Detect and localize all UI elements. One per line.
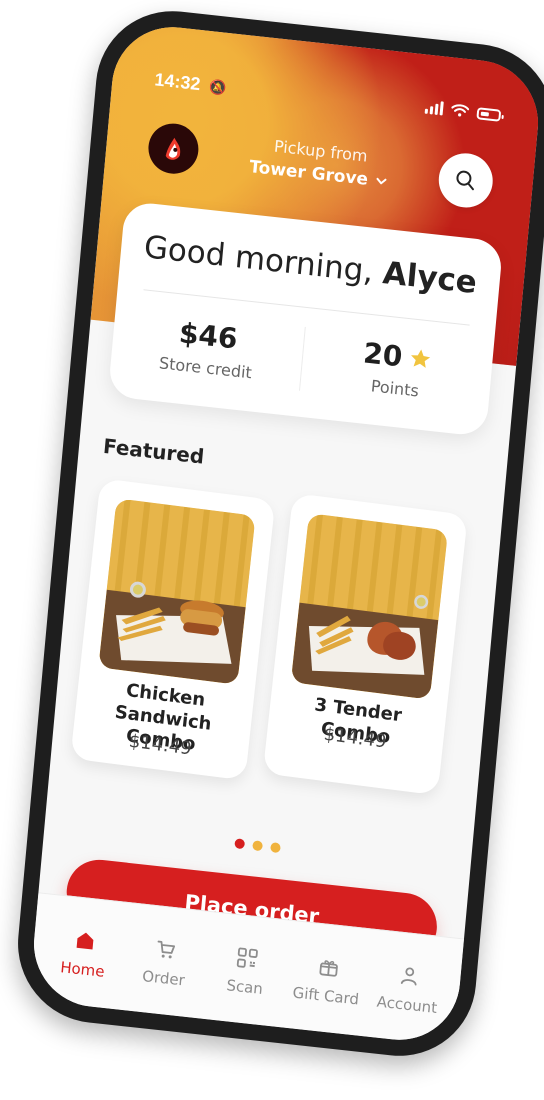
points-value: 20 xyxy=(361,336,404,374)
nav-gift-card-label: Gift Card xyxy=(291,982,360,1008)
star-icon xyxy=(410,349,430,368)
points-stat: 20 Points xyxy=(299,321,494,417)
chevron-down-icon xyxy=(376,177,387,185)
pagination-dot-1 xyxy=(234,838,246,850)
silent-bell-icon: 🔕 xyxy=(208,79,228,98)
account-icon xyxy=(394,960,424,991)
search-icon xyxy=(456,170,474,191)
tender-combo-image xyxy=(290,513,449,700)
featured-carousel[interactable]: Chicken Sandwich Combo $14.49 3 Tender C… xyxy=(70,478,476,819)
battery-icon xyxy=(476,107,502,122)
nav-gift-card[interactable]: Gift Card xyxy=(289,949,365,1009)
phone-screen: 14:32 🔕 Pickup from Tower Grove Good mor… xyxy=(28,20,544,1047)
pagination-dot-3 xyxy=(270,842,281,854)
store-credit-label: Store credit xyxy=(158,353,253,383)
gift-card-icon xyxy=(313,951,343,982)
user-name: Alyce xyxy=(381,255,479,302)
nav-order[interactable]: Order xyxy=(127,931,203,991)
wifi-icon xyxy=(451,104,470,117)
nav-home-label: Home xyxy=(59,957,106,981)
account-stats: $46 Store credit 20 Points xyxy=(110,300,495,417)
nav-scan[interactable]: Scan xyxy=(208,940,284,1000)
points-label: Points xyxy=(370,376,420,401)
home-icon xyxy=(70,925,100,956)
nav-home[interactable]: Home xyxy=(46,922,122,982)
screenshot-stage: 14:32 🔕 Pickup from Tower Grove Good mor… xyxy=(0,0,544,1100)
status-time: 14:32 xyxy=(153,69,202,95)
featured-item-3-tender-combo[interactable]: 3 Tender Combo $14.49 xyxy=(262,493,468,796)
store-credit-value: $46 xyxy=(177,316,239,356)
cellular-signal-icon xyxy=(424,100,444,116)
featured-item-chicken-sandwich-combo[interactable]: Chicken Sandwich Combo $14.49 xyxy=(70,478,276,781)
store-credit-stat: $46 Store credit xyxy=(110,300,305,396)
qr-scan-icon xyxy=(232,942,262,973)
phone-device: 14:32 🔕 Pickup from Tower Grove Good mor… xyxy=(11,3,544,1064)
nav-account-label: Account xyxy=(376,992,438,1017)
chicken-sandwich-combo-image xyxy=(98,498,256,685)
points-value-row: 20 xyxy=(362,336,434,376)
featured-title: Featured xyxy=(102,433,206,469)
carousel-pagination xyxy=(234,838,281,854)
nav-order-label: Order xyxy=(141,966,186,990)
nav-scan-label: Scan xyxy=(225,975,264,998)
greeting-prefix: Good morning, xyxy=(142,229,375,290)
greeting-card: Good morning, Alyce $46 Store credit 20 xyxy=(107,200,504,438)
pagination-dot-2 xyxy=(252,840,264,852)
cart-icon xyxy=(151,933,181,964)
nav-account[interactable]: Account xyxy=(370,958,446,1018)
